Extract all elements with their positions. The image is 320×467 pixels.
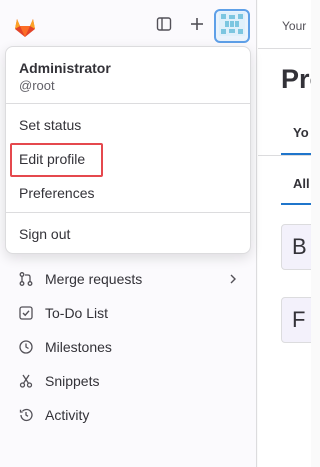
plus-icon bbox=[189, 16, 205, 37]
main-content: Your Pro Yo All B F bbox=[258, 0, 311, 467]
sign-out-item[interactable]: Sign out bbox=[19, 225, 70, 243]
divider bbox=[258, 48, 311, 49]
chevron-right-icon bbox=[225, 271, 241, 290]
sidebar-item-todo-list[interactable]: To-Do List bbox=[0, 296, 257, 330]
sidebar-toggle-button[interactable] bbox=[150, 12, 178, 40]
scissors-icon bbox=[18, 373, 34, 389]
sidebar-nav: Merge requests To-Do List Milestones Sni… bbox=[0, 262, 257, 432]
history-icon bbox=[18, 407, 34, 423]
sidebar-topbar bbox=[0, 0, 257, 52]
sidebar-item-label: Milestones bbox=[45, 339, 112, 355]
sidebar-item-activity[interactable]: Activity bbox=[0, 398, 257, 432]
create-new-button[interactable] bbox=[183, 12, 211, 40]
highlight-box bbox=[10, 143, 103, 177]
project-card[interactable]: B bbox=[281, 224, 311, 270]
sidebar-item-label: Snippets bbox=[45, 373, 100, 389]
tab-your[interactable]: Yo bbox=[293, 125, 309, 140]
sidebar-item-snippets[interactable]: Snippets bbox=[0, 364, 257, 398]
sidebar-item-label: Activity bbox=[45, 407, 90, 423]
sidebar-toggle-icon bbox=[156, 16, 172, 37]
sidebar-item-label: Merge requests bbox=[45, 271, 143, 287]
user-display-name: Administrator bbox=[19, 60, 111, 76]
user-handle: @root bbox=[19, 78, 55, 93]
project-card[interactable]: F bbox=[281, 297, 311, 343]
preferences-item[interactable]: Preferences bbox=[19, 184, 94, 202]
clock-icon bbox=[18, 339, 34, 355]
merge-request-icon bbox=[18, 271, 34, 287]
user-avatar-button[interactable] bbox=[214, 9, 250, 43]
breadcrumb[interactable]: Your bbox=[282, 19, 306, 33]
divider bbox=[6, 103, 250, 104]
divider bbox=[6, 212, 250, 213]
sidebar-item-merge-requests[interactable]: Merge requests bbox=[0, 262, 257, 296]
gitlab-logo-icon[interactable] bbox=[11, 12, 39, 40]
avatar bbox=[219, 11, 245, 41]
active-filter-indicator bbox=[281, 203, 311, 205]
todo-checkbox-icon bbox=[18, 305, 34, 321]
user-menu-dropdown: Administrator @root Set status Edit prof… bbox=[5, 46, 251, 254]
divider bbox=[258, 155, 311, 156]
sidebar-item-label: To-Do List bbox=[45, 305, 109, 321]
page-title: Pro bbox=[281, 64, 311, 94]
filter-all[interactable]: All bbox=[293, 176, 310, 191]
set-status-item[interactable]: Set status bbox=[19, 116, 81, 134]
app-window: Merge requests To-Do List Milestones Sni… bbox=[0, 0, 311, 467]
sidebar-item-milestones[interactable]: Milestones bbox=[0, 330, 257, 364]
user-info-header[interactable]: Administrator @root bbox=[6, 47, 250, 103]
